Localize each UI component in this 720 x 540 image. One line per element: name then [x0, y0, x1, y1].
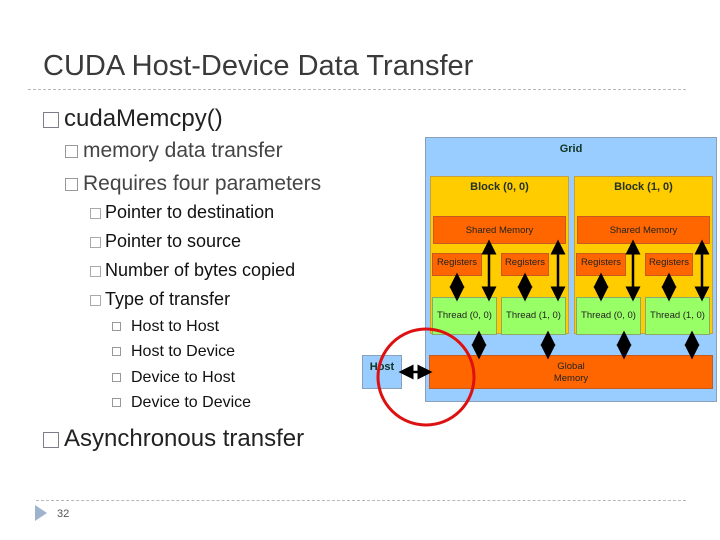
highlight-circle [376, 327, 476, 427]
diagram-overlay [376, 239, 710, 427]
footer-divider [36, 500, 686, 501]
triangle-bullet-icon [35, 505, 47, 521]
page-number: 32 [57, 508, 70, 520]
